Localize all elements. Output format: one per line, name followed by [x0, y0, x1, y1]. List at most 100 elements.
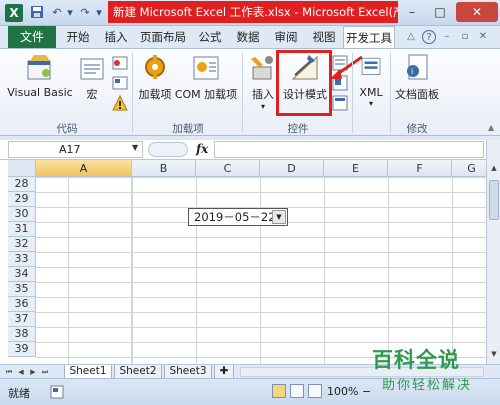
document-panel-label: 文档面板: [395, 88, 439, 101]
name-box-dropdown-icon[interactable]: ▼: [132, 143, 138, 152]
excel-icon[interactable]: X: [5, 4, 23, 22]
tab-formulas[interactable]: 公式: [192, 26, 228, 48]
sheet-tab-sheet1[interactable]: Sheet1: [64, 365, 112, 379]
group-label-add-ins: 加载项: [172, 123, 204, 135]
help-icon[interactable]: ?: [422, 30, 436, 44]
collapse-ribbon-icon[interactable]: ▲: [488, 123, 494, 132]
name-box[interactable]: A17: [8, 141, 143, 158]
macro-security-icon[interactable]: [112, 95, 128, 111]
relative-reference-icon[interactable]: [112, 75, 128, 91]
ribbon-tabs: 文件 开始 插入 页面布局 公式 数据 审阅 视图 开发工具 △ ? – ▫ ✕: [0, 26, 500, 48]
xml-button[interactable]: XML ▾: [356, 53, 386, 108]
minimize-button[interactable]: –: [400, 2, 424, 22]
tab-review[interactable]: 审阅: [268, 26, 304, 48]
row-header[interactable]: 31: [8, 222, 36, 237]
first-sheet-icon[interactable]: ⏮: [4, 366, 14, 378]
tab-page-layout[interactable]: 页面布局: [136, 26, 190, 48]
row-header[interactable]: 37: [8, 312, 36, 327]
group-separator: [390, 53, 391, 133]
macros-button[interactable]: 宏: [76, 53, 108, 102]
group-separator: [352, 53, 353, 133]
macros-label: 宏: [86, 88, 98, 101]
watermark-logo: 百科全说 助你轻松解决: [372, 344, 494, 400]
column-header-g[interactable]: G: [452, 160, 486, 177]
select-all-corner[interactable]: [8, 160, 36, 177]
group-label-code: 代码: [56, 123, 78, 135]
dropdown-arrow-icon: ▾: [260, 102, 265, 111]
tab-developer[interactable]: 开发工具: [343, 26, 395, 48]
document-panel-button[interactable]: i 文档面板: [394, 53, 440, 102]
document-panel-icon: i: [407, 54, 428, 80]
insert-control-icon: [251, 56, 273, 80]
date-picker-value: 2019－05－22: [194, 210, 276, 224]
window-close-icon[interactable]: ✕: [476, 30, 490, 44]
row-header[interactable]: 39: [8, 342, 36, 357]
watermark-main-text: 百科全说: [372, 348, 460, 372]
column-header-d[interactable]: D: [260, 160, 324, 177]
close-button[interactable]: ✕: [456, 2, 498, 22]
ribbon-minimize-icon[interactable]: △: [404, 30, 418, 44]
normal-view-icon[interactable]: [272, 384, 286, 398]
row-header[interactable]: 34: [8, 267, 36, 282]
row-header[interactable]: 38: [8, 327, 36, 342]
column-header-c[interactable]: C: [196, 160, 260, 177]
tab-home[interactable]: 开始: [60, 26, 96, 48]
date-picker-dropdown-icon[interactable]: ▼: [272, 210, 286, 224]
design-mode-highlight: [276, 50, 332, 116]
window-title: 新建 Microsoft Excel 工作表.xlsx - Microsoft …: [108, 1, 398, 23]
page-break-view-icon[interactable]: [308, 384, 322, 398]
scroll-thumb[interactable]: [489, 180, 499, 220]
insert-sheet-icon[interactable]: ✚: [214, 365, 234, 379]
maximize-button[interactable]: □: [428, 2, 452, 22]
vertical-scrollbar[interactable]: ▲ ▼: [486, 140, 500, 364]
record-macro-icon[interactable]: [112, 55, 128, 71]
add-ins-label: 加载项: [138, 88, 172, 101]
tab-data[interactable]: 数据: [230, 26, 266, 48]
zoom-out-icon[interactable]: −: [362, 385, 371, 398]
row-header[interactable]: 29: [8, 192, 36, 207]
title-bar: X ↶ ▾ ↷ ▾ 新建 Microsoft Excel 工作表.xlsx - …: [0, 0, 500, 26]
date-picker-control[interactable]: 2019－05－22 ▼: [188, 208, 288, 226]
column-header-a[interactable]: A: [36, 160, 132, 177]
row-header[interactable]: 36: [8, 297, 36, 312]
row-header[interactable]: 33: [8, 252, 36, 267]
window-minimize-icon[interactable]: –: [440, 30, 454, 44]
add-ins-button[interactable]: 加载项: [136, 53, 174, 102]
undo-dropdown-icon[interactable]: ▾: [66, 5, 74, 21]
column-header-f[interactable]: F: [388, 160, 452, 177]
column-a-cells[interactable]: [36, 177, 132, 364]
save-icon[interactable]: [30, 5, 44, 21]
tab-insert[interactable]: 插入: [98, 26, 134, 48]
row-header[interactable]: 35: [8, 282, 36, 297]
page-layout-view-icon[interactable]: [290, 384, 304, 398]
row-header[interactable]: 32: [8, 237, 36, 252]
next-sheet-icon[interactable]: ▶: [28, 366, 38, 378]
tab-view[interactable]: 视图: [306, 26, 342, 48]
window-restore-icon[interactable]: ▫: [458, 30, 472, 44]
column-header-b[interactable]: B: [132, 160, 196, 177]
redo-icon[interactable]: ↷: [78, 5, 92, 21]
last-sheet-icon[interactable]: ⏭: [40, 366, 50, 378]
com-add-ins-button[interactable]: COM 加载项: [174, 53, 238, 102]
row-header[interactable]: 28: [8, 177, 36, 192]
customize-qat-icon[interactable]: ▾: [94, 5, 104, 21]
sheet-tab-sheet3[interactable]: Sheet3: [164, 365, 212, 379]
sheet-tab-sheet2[interactable]: Sheet2: [114, 365, 162, 379]
column-header-e[interactable]: E: [324, 160, 388, 177]
scroll-up-icon[interactable]: ▲: [488, 162, 500, 174]
prev-sheet-icon[interactable]: ◀: [16, 366, 26, 378]
zoom-level[interactable]: 100%: [327, 385, 358, 398]
group-separator: [132, 53, 133, 133]
row-header[interactable]: 30: [8, 207, 36, 222]
insert-control-button[interactable]: 插入 ▾: [246, 53, 280, 111]
visual-basic-icon: [27, 55, 51, 80]
formula-input[interactable]: [214, 141, 484, 158]
status-text: 就绪: [8, 387, 30, 400]
undo-icon[interactable]: ↶: [50, 5, 64, 21]
tab-file[interactable]: 文件: [8, 26, 56, 48]
macro-record-status-icon[interactable]: [50, 385, 64, 399]
insert-function-button[interactable]: fx: [196, 142, 208, 156]
run-dialog-icon[interactable]: [332, 95, 348, 111]
com-add-ins-icon: [193, 56, 219, 80]
visual-basic-button[interactable]: Visual Basic: [6, 53, 74, 99]
